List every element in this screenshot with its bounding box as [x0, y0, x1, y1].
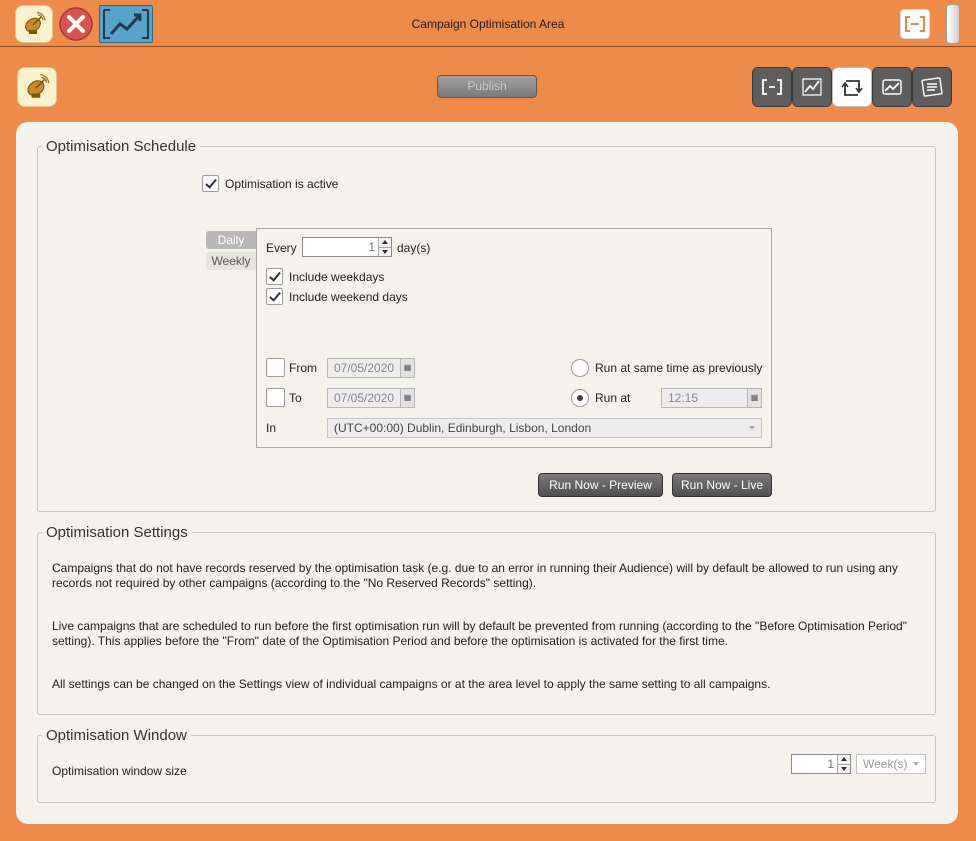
area-logo-button[interactable] [17, 67, 57, 107]
timezone-select[interactable]: (UTC+00:00) Dublin, Edinburgh, Lisbon, L… [327, 418, 762, 438]
clock-icon[interactable]: ▦ [747, 389, 761, 407]
chevron-down-icon [913, 762, 919, 769]
repeat-icon [841, 80, 863, 96]
schedule-legend: Optimisation Schedule [46, 138, 197, 155]
window-size-label: Optimisation window size [52, 764, 187, 778]
window-size-value: 1 [827, 757, 834, 771]
view-list-button[interactable] [912, 67, 952, 107]
to-date-value: 07/05/2020 [334, 391, 395, 405]
window-legend: Optimisation Window [46, 727, 187, 744]
trend-icon [882, 79, 902, 95]
from-label: From [289, 361, 317, 375]
to-date-input[interactable]: 07/05/2020 ▦ [327, 388, 415, 408]
include-weekdays-checkbox[interactable] [266, 268, 283, 285]
schedule-details-box [256, 228, 772, 448]
timezone-label: In [266, 421, 277, 435]
tab-daily[interactable]: Daily [206, 231, 256, 249]
tab-weekly[interactable]: Weekly [206, 252, 256, 270]
run-at-time-input[interactable]: 12:15 ▦ [661, 388, 762, 408]
optimisation-active-label: Optimisation is active [225, 177, 339, 191]
settings-paragraph-2: Live campaigns that are scheduled to run… [52, 619, 907, 648]
maximize-button[interactable] [900, 9, 930, 39]
window-title: Campaign Optimisation Area [411, 17, 565, 31]
run-at-radio[interactable] [571, 389, 589, 407]
run-now-live-button[interactable]: Run Now - Live [672, 473, 772, 497]
every-label: Every [266, 241, 297, 255]
settings-paragraph-3: All settings can be changed on the Setti… [52, 677, 771, 691]
window-unit-value: Week(s) [863, 757, 908, 771]
chart-line-icon [802, 78, 822, 96]
calendar-icon[interactable]: ▦ [400, 389, 414, 407]
view-toolbar [752, 67, 952, 107]
to-label: To [289, 391, 302, 405]
run-at-time-value: 12:15 [668, 391, 699, 405]
every-value: 1 [368, 240, 375, 254]
view-design-button[interactable] [752, 67, 792, 107]
frame-icon [905, 16, 925, 32]
calendar-icon[interactable]: ▦ [400, 359, 414, 377]
window-unit-select[interactable]: Week(s) [856, 754, 926, 774]
window-size-stepper[interactable]: 1 [791, 754, 851, 774]
timezone-value: (UTC+00:00) Dublin, Edinburgh, Lisbon, L… [334, 421, 592, 435]
view-optimisation-button[interactable] [832, 67, 872, 107]
satellite-dish-icon [27, 73, 50, 98]
frame-icon [762, 79, 782, 95]
list-icon [921, 77, 943, 97]
include-weekend-checkbox[interactable] [266, 288, 283, 305]
run-now-preview-button[interactable]: Run Now - Preview [538, 473, 663, 497]
include-weekend-label: Include weekend days [289, 290, 408, 304]
publish-button[interactable]: Publish [437, 75, 537, 98]
side-panel-handle[interactable] [946, 4, 960, 44]
every-stepper[interactable]: 1 [302, 237, 392, 257]
from-date-input[interactable]: 07/05/2020 ▦ [327, 358, 415, 378]
run-at-label: Run at [595, 391, 631, 405]
every-unit-label: day(s) [397, 241, 431, 255]
from-date-value: 07/05/2020 [334, 361, 395, 375]
view-trend-button[interactable] [872, 67, 912, 107]
view-analysis-button[interactable] [792, 67, 832, 107]
from-checkbox[interactable] [266, 358, 285, 377]
to-checkbox[interactable] [266, 388, 285, 407]
settings-legend: Optimisation Settings [46, 524, 188, 541]
optimisation-active-checkbox[interactable] [202, 175, 219, 192]
run-same-time-label: Run at same time as previously [595, 361, 763, 375]
include-weekdays-label: Include weekdays [289, 270, 385, 284]
settings-paragraph-1: Campaigns that do not have records reser… [52, 561, 898, 590]
run-same-time-radio[interactable] [571, 359, 589, 377]
chevron-down-icon [749, 426, 755, 433]
